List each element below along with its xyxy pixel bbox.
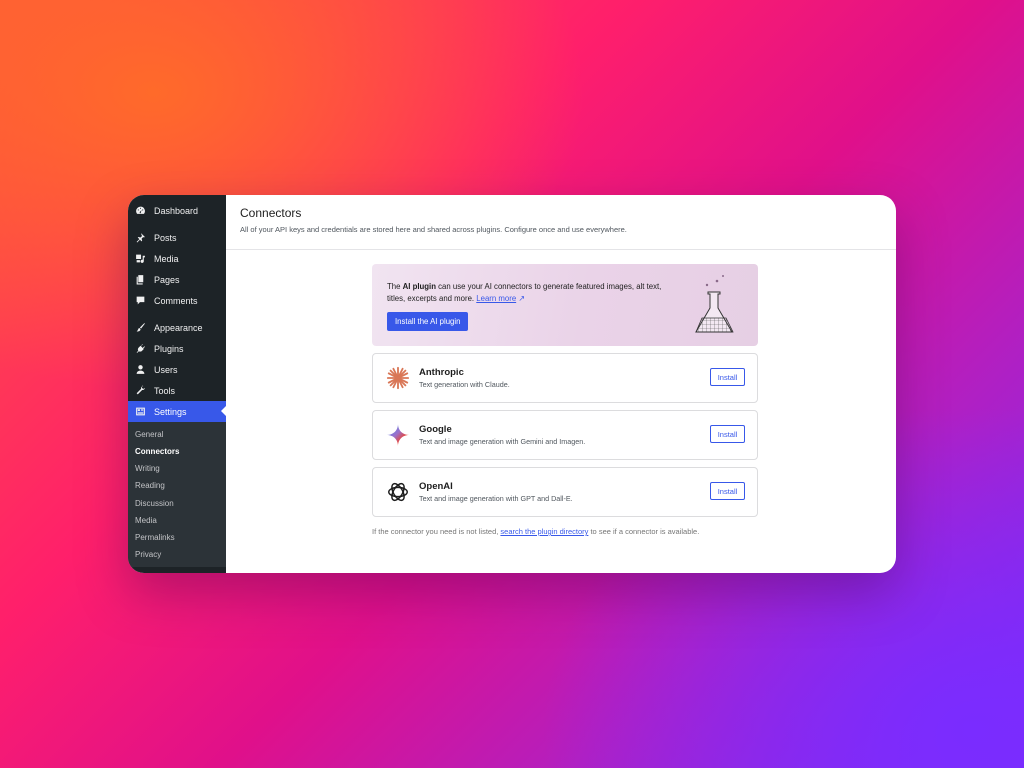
sidebar-item-appearance[interactable]: Appearance — [128, 317, 226, 338]
submenu-item-media[interactable]: Media — [135, 515, 157, 527]
gemini-logo-icon — [385, 422, 411, 448]
sidebar-item-label: Appearance — [154, 322, 203, 333]
sidebar-item-label: Media — [154, 253, 179, 264]
footer-text-suffix: to see if a connector is available. — [588, 527, 700, 536]
admin-sidebar: Dashboard Posts Media Pages Comments App… — [128, 195, 226, 573]
submenu-item-writing[interactable]: Writing — [135, 463, 160, 475]
user-icon — [134, 364, 146, 376]
brush-icon — [134, 322, 146, 334]
submenu-item-connectors[interactable]: Connectors — [135, 446, 179, 458]
connector-card-openai: OpenAI Text and image generation with GP… — [372, 467, 758, 517]
sidebar-item-label: Settings — [154, 406, 187, 417]
install-anthropic-button[interactable]: Install — [710, 368, 745, 386]
banner-text-prefix: The — [387, 282, 403, 291]
connector-description: Text and image generation with GPT and D… — [419, 494, 573, 503]
dashboard-icon — [134, 205, 146, 217]
sidebar-item-plugins[interactable]: Plugins — [128, 338, 226, 359]
external-link-icon: ↗ — [518, 294, 525, 303]
main-content: Connectors All of your API keys and cred… — [226, 195, 896, 573]
sidebar-item-label: Plugins — [154, 343, 184, 354]
submenu-item-permalinks[interactable]: Permalinks — [135, 532, 175, 544]
sidebar-item-media[interactable]: Media — [128, 248, 226, 269]
page-header: Connectors All of your API keys and cred… — [226, 195, 896, 250]
sidebar-item-label: Users — [154, 364, 178, 375]
connector-description: Text generation with Claude. — [419, 380, 510, 389]
install-openai-button[interactable]: Install — [710, 482, 745, 500]
sidebar-item-posts[interactable]: Posts — [128, 227, 226, 248]
submenu-item-privacy[interactable]: Privacy — [135, 549, 161, 561]
connector-description: Text and image generation with Gemini an… — [419, 437, 586, 446]
banner-text-bold: AI plugin — [402, 282, 436, 291]
plug-icon — [134, 343, 146, 355]
connector-name: Anthropic — [419, 367, 464, 378]
sidebar-item-tools[interactable]: Tools — [128, 380, 226, 401]
sidebar-item-label: Comments — [154, 295, 198, 306]
sidebar-item-dashboard[interactable]: Dashboard — [128, 200, 226, 221]
sidebar-item-pages[interactable]: Pages — [128, 269, 226, 290]
learn-more-link[interactable]: Learn more — [476, 294, 516, 303]
sidebar-item-comments[interactable]: Comments — [128, 290, 226, 311]
footer-note: If the connector you need is not listed,… — [372, 527, 699, 536]
sidebar-item-users[interactable]: Users — [128, 359, 226, 380]
connector-card-google: Google Text and image generation with Ge… — [372, 410, 758, 460]
sidebar-item-label: Pages — [154, 274, 180, 285]
app-window: Dashboard Posts Media Pages Comments App… — [128, 195, 896, 573]
ai-plugin-banner: The AI plugin can use your AI connectors… — [372, 264, 758, 346]
banner-text: The AI plugin can use your AI connectors… — [387, 281, 667, 305]
sidebar-item-settings[interactable]: Settings — [128, 401, 226, 422]
submenu-item-discussion[interactable]: Discussion — [135, 498, 174, 510]
pages-icon — [134, 274, 146, 286]
page-title: Connectors — [240, 206, 302, 220]
install-ai-plugin-button[interactable]: Install the AI plugin — [387, 312, 469, 331]
pin-icon — [134, 232, 146, 244]
connector-name: Google — [419, 424, 452, 435]
settings-submenu: General Connectors Writing Reading Discu… — [128, 422, 226, 567]
sidebar-item-label: Tools — [154, 385, 176, 396]
settings-icon — [134, 406, 146, 418]
anthropic-logo-icon — [385, 365, 411, 391]
connector-name: OpenAI — [419, 481, 453, 492]
sidebar-item-label: Dashboard — [154, 205, 199, 216]
footer-text-prefix: If the connector you need is not listed, — [372, 527, 501, 536]
page-description: All of your API keys and credentials are… — [240, 225, 627, 234]
connector-card-anthropic: Anthropic Text generation with Claude. I… — [372, 353, 758, 403]
media-icon — [134, 253, 146, 265]
sidebar-item-label: Posts — [154, 232, 177, 243]
install-google-button[interactable]: Install — [710, 425, 745, 443]
flask-icon — [695, 275, 734, 333]
submenu-item-reading[interactable]: Reading — [135, 480, 165, 492]
submenu-item-general[interactable]: General — [135, 429, 163, 441]
plugin-directory-link[interactable]: search the plugin directory — [500, 527, 588, 536]
comment-icon — [134, 295, 146, 307]
wrench-icon — [134, 385, 146, 397]
openai-logo-icon — [385, 479, 411, 505]
